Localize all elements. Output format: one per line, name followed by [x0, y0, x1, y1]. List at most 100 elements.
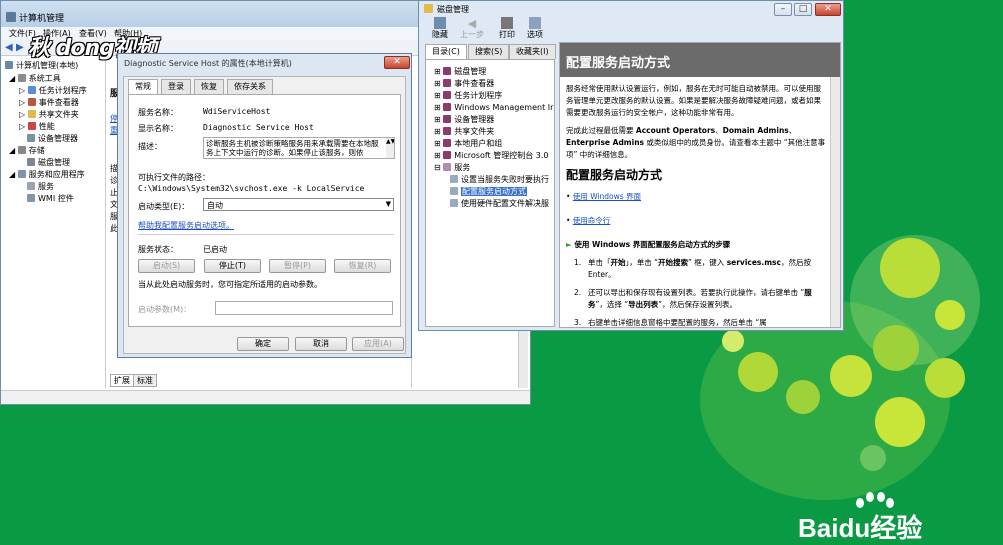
tree-item-system-tools[interactable]: ◢ 系统工具: [9, 73, 61, 85]
step-1: 1. 单击「开始」，单击 “开始搜索” 框，键入 services.msc，然后…: [574, 258, 811, 279]
tab-favorites[interactable]: 收藏夹(I): [509, 44, 556, 59]
tab-dependencies[interactable]: 依存关系: [227, 79, 273, 94]
window-title: 计算机管理: [19, 14, 65, 24]
help-configure-link[interactable]: 帮助我配置服务启动选项。: [138, 220, 234, 231]
step-2: 2. 还可以导出和保存现有设置列表。若要执行此操作，请右键单击 “服务”，选择 …: [574, 288, 812, 309]
tree-item-device-manager[interactable]: 设备管理器: [27, 133, 78, 145]
tree-item-shared-folders[interactable]: ▷ 共享文件夹: [19, 109, 79, 121]
tab-recovery[interactable]: 恢复: [194, 79, 224, 94]
start-params-input[interactable]: [215, 301, 393, 315]
tree-item-services[interactable]: 服务: [27, 181, 54, 193]
help-book-icon: [424, 4, 433, 13]
tree-item-services-apps[interactable]: ◢ 服务和应用程序: [9, 169, 85, 181]
tree-item-storage[interactable]: ◢ 存储: [9, 145, 45, 157]
performance-icon: [27, 122, 36, 130]
book-icon: [443, 139, 452, 147]
toc-item[interactable]: 设置当服务失败时要执行: [450, 174, 549, 186]
book-icon: [443, 91, 452, 99]
open-book-icon: [443, 163, 452, 171]
resume-button[interactable]: 恢复(R): [334, 259, 391, 273]
apply-button[interactable]: 应用(A): [352, 337, 404, 351]
tree-item-task-scheduler[interactable]: ▷ 任务计划程序: [19, 85, 87, 97]
stop-button[interactable]: 停止(T): [204, 259, 261, 273]
help-close-button[interactable]: ✕: [815, 3, 841, 16]
storage-icon: [17, 146, 26, 154]
toc-item[interactable]: 使用硬件配置文件解决服: [450, 198, 549, 210]
help-nav-pane: 目录(C) 搜索(S) 收藏夹(I) ⊞ 磁盘管理 ⊞ 事件查看器 ⊞ 任务计划…: [423, 44, 557, 327]
back-icon: ◀: [467, 17, 477, 30]
tree-item-wmi[interactable]: WMI 控件: [27, 193, 74, 205]
tree-item-event-viewer[interactable]: ▷ 事件查看器: [19, 97, 79, 109]
nav-tree: 计算机管理(本地) ◢ 系统工具 ▷ 任务计划程序 ▷ 事件查看器 ▷ 共享文件…: [1, 58, 106, 388]
cancel-button[interactable]: 取消: [295, 337, 347, 351]
tab-logon[interactable]: 登录: [161, 79, 191, 94]
bullet-icon: •: [566, 192, 573, 201]
folder-icon: [27, 110, 36, 118]
wmi-icon: [27, 194, 35, 202]
window-app-icon: [6, 12, 16, 22]
toc-item[interactable]: ⊞ 本地用户和组: [434, 138, 502, 150]
content-scrollbar[interactable]: [830, 77, 840, 327]
help-title: 磁盘管理: [437, 5, 469, 14]
tools-icon: [17, 74, 26, 82]
dialog-close-button[interactable]: ✕: [384, 56, 410, 69]
toc-item[interactable]: ⊟ 服务: [434, 162, 470, 174]
tab-general[interactable]: 常规: [128, 79, 158, 95]
tree-item-performance[interactable]: ▷ 性能: [19, 121, 55, 133]
chevron-down-icon: ▼: [385, 200, 391, 208]
content-heading: 配置服务启动方式: [566, 56, 671, 71]
book-icon: [443, 115, 452, 123]
requirements-paragraph: 完成此过程最低需要 Account Operators、Domain Admin…: [566, 126, 826, 159]
description-box[interactable]: 诊断服务主机被诊断策略服务用来承载需要在本地服务上下文中运行的诊断。如果停止该服…: [203, 137, 395, 159]
ok-button[interactable]: 确定: [237, 337, 289, 351]
toc-tree: ⊞ 磁盘管理 ⊞ 事件查看器 ⊞ 任务计划程序 ⊞ Windows Manage…: [425, 59, 555, 327]
toolbar-back-button[interactable]: ◀ 上一步: [459, 17, 485, 40]
back-arrow-icon[interactable]: ◀: [5, 42, 13, 53]
minimize-button[interactable]: –: [774, 3, 792, 16]
description-text: 诊断服务主机被诊断策略服务用来承载需要在本地服务上下文中运行的诊断。如果停止该服…: [206, 139, 379, 157]
book-icon: [443, 127, 452, 135]
content-header: 配置服务启动方式: [560, 43, 840, 77]
description-scroll-icon[interactable]: ▲▼: [386, 138, 394, 158]
startup-type-select[interactable]: 自动 ▼: [203, 198, 394, 211]
content-body: 服务经常使用默认设置运行，例如，服务在无时可能自动被禁用。可以使用服务管理单元更…: [566, 83, 828, 327]
toolbar-options-button[interactable]: 选项: [522, 17, 548, 40]
toc-item[interactable]: ⊞ Microsoft 管理控制台 3.0: [434, 150, 548, 162]
dialog-tabs: 常规 登录 恢复 依存关系: [128, 79, 398, 95]
display-name-value: Diagnostic Service Host: [203, 123, 314, 132]
start-button[interactable]: 启动(S): [138, 259, 195, 273]
general-panel: 服务名称： WdiServiceHost 显示名称： Diagnostic Se…: [128, 94, 401, 327]
tab-extended[interactable]: 扩展: [110, 374, 134, 387]
maximize-button[interactable]: □: [794, 3, 812, 16]
book-icon: [443, 67, 452, 75]
tree-item-disk-management[interactable]: 磁盘管理: [27, 157, 70, 169]
options-icon: [529, 17, 541, 29]
tab-contents[interactable]: 目录(C): [425, 44, 467, 59]
tab-standard[interactable]: 标准: [133, 374, 157, 387]
toc-item[interactable]: ⊞ 共享文件夹: [434, 126, 494, 138]
toc-item[interactable]: ⊞ 磁盘管理: [434, 66, 486, 78]
toolbar-print-button[interactable]: 打印: [494, 17, 520, 40]
steps-title[interactable]: ► 使用 Windows 界面配置服务启动方式的步骤: [566, 239, 828, 251]
toc-item[interactable]: ⊞ 事件查看器: [434, 78, 494, 90]
services-apps-icon: [17, 170, 26, 178]
link-windows-ui[interactable]: • 使用 Windows 界面: [566, 191, 828, 203]
executable-path-label: 可执行文件的路径：: [138, 173, 210, 182]
tab-search[interactable]: 搜索(S): [468, 44, 510, 59]
dialog-body: 常规 登录 恢复 依存关系 服务名称： WdiServiceHost 显示名称：…: [123, 76, 406, 354]
toolbar-hide-button[interactable]: 隐藏: [427, 17, 453, 40]
toc-item[interactable]: ⊞ 设备管理器: [434, 114, 494, 126]
forward-arrow-icon[interactable]: ▶: [16, 42, 24, 53]
help-content-pane: 配置服务启动方式 服务经常使用默认设置运行，例如，服务在无时可能自动被禁用。可以…: [559, 42, 841, 328]
toc-item[interactable]: ⊞ 任务计划程序: [434, 90, 502, 102]
toc-item-selected[interactable]: 配置服务启动方式: [450, 186, 527, 198]
step-3: 3. 右键单击详细信息窗格中要配置的服务，然后单击 “属: [574, 318, 767, 327]
service-name-label: 服务名称：: [138, 108, 178, 117]
pause-button[interactable]: 暂停(P): [269, 259, 326, 273]
toc-item[interactable]: ⊞ Windows Management Ir: [434, 102, 553, 114]
step-number: 1.: [574, 258, 582, 267]
section-heading: 配置服务启动方式: [566, 168, 663, 182]
bullet-icon: •: [566, 216, 573, 225]
link-command-line[interactable]: • 使用命令行: [566, 215, 828, 227]
dialog-title: Diagnostic Service Host 的属性(本地计算机): [124, 59, 292, 68]
